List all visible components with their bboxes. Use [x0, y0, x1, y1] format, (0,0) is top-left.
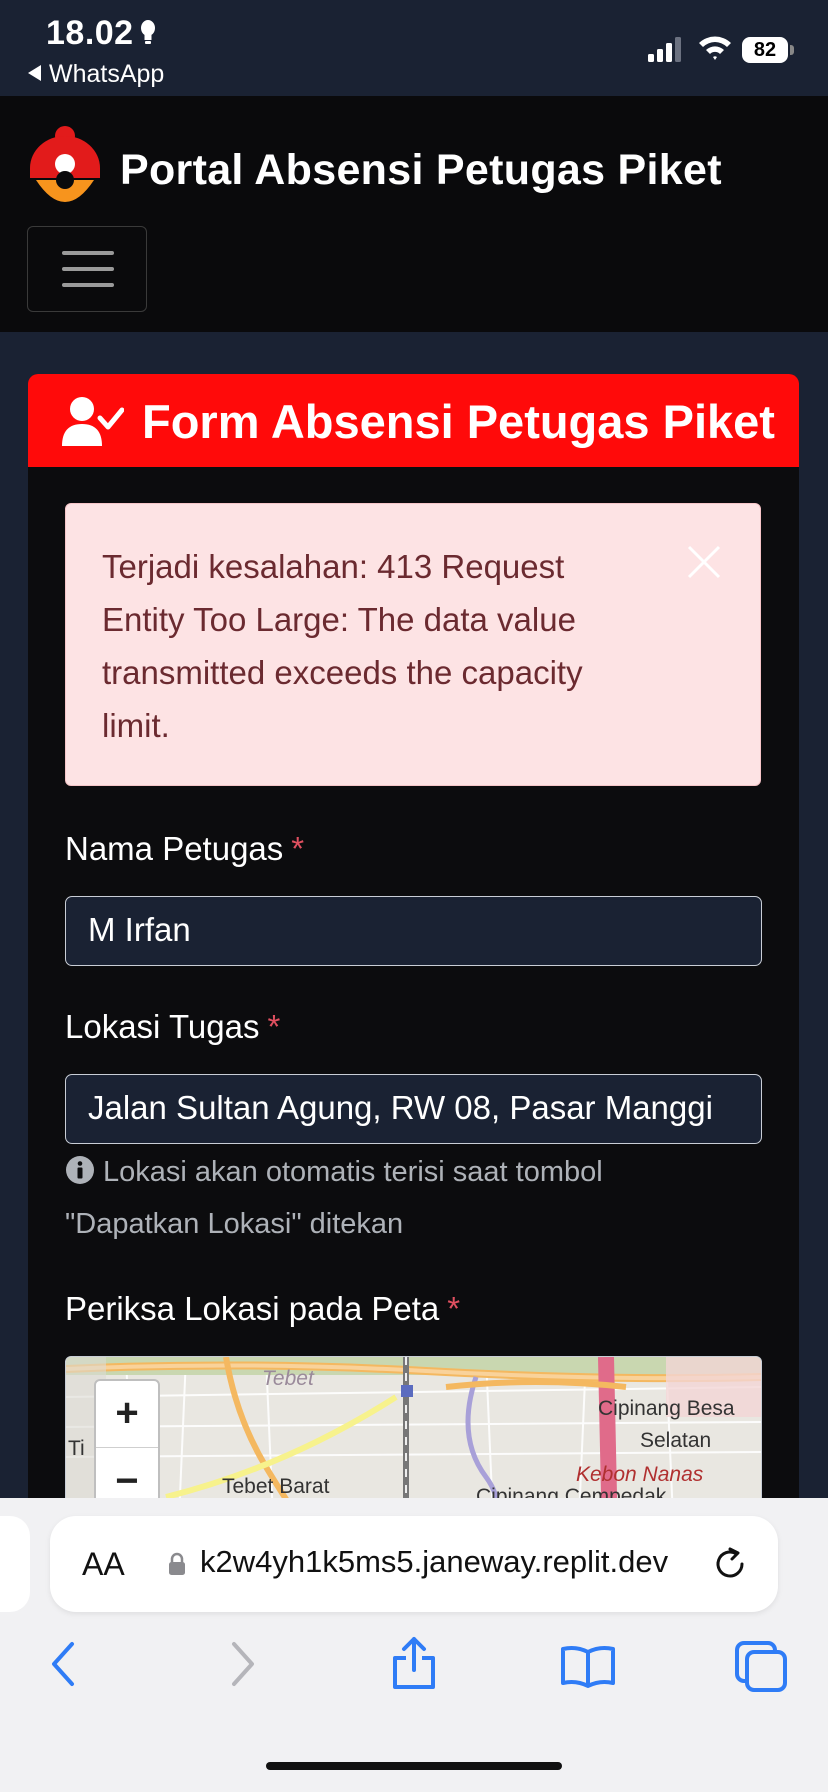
peta-label-text: Periksa Lokasi pada Peta [65, 1290, 440, 1327]
battery-indicator: 82 [742, 37, 788, 63]
absensi-form-card: Form Absensi Petugas Piket Terjadi kesal… [28, 374, 799, 1574]
map-label-left-cut: Ti [68, 1437, 85, 1460]
info-icon [66, 1156, 94, 1184]
map-label-tebet-barat: Tebet Barat [222, 1475, 330, 1498]
map-label-kebon-nanas: Kebon Nanas [576, 1463, 704, 1486]
lokasi-help-text: Lokasi akan otomatis terisi saat tombol … [65, 1146, 705, 1250]
zoom-separator [96, 1447, 158, 1448]
peta-label: Periksa Lokasi pada Peta * [65, 1290, 460, 1328]
back-icon[interactable] [48, 1640, 78, 1688]
lokasi-tugas-input[interactable]: Jalan Sultan Agung, RW 08, Pasar Manggi [65, 1074, 762, 1144]
reload-icon[interactable] [710, 1544, 750, 1584]
share-icon[interactable] [390, 1636, 438, 1690]
cellular-signal-icon [648, 37, 681, 62]
status-bar: 18.02 WhatsApp 82 [0, 0, 828, 96]
map-label-cipinang-besar: Cipinang Besa [598, 1397, 735, 1420]
logo-icon [30, 126, 100, 202]
nama-petugas-label: Nama Petugas * [65, 830, 304, 868]
back-arrow-icon [28, 65, 41, 81]
close-icon[interactable] [686, 544, 722, 580]
lokasi-label-text: Lokasi Tugas [65, 1008, 260, 1045]
map-label-tebet: Tebet [262, 1367, 314, 1390]
alert-message: Terjadi kesalahan: 413 Request Entity To… [102, 548, 583, 744]
forward-icon[interactable] [228, 1640, 258, 1688]
navbar: Portal Absensi Petugas Piket [0, 96, 828, 332]
user-check-icon [62, 397, 124, 446]
previous-tab-edge[interactable] [0, 1516, 30, 1612]
hamburger-line [62, 251, 114, 255]
nama-label-text: Nama Petugas [65, 830, 284, 867]
status-time: 18.02 [46, 14, 134, 52]
hamburger-line [62, 283, 114, 287]
back-to-app-link[interactable]: WhatsApp [28, 60, 164, 89]
required-mark: * [267, 1008, 281, 1045]
required-mark: * [291, 830, 305, 867]
nama-petugas-input[interactable]: M Irfan [65, 896, 762, 966]
lokasi-tugas-label: Lokasi Tugas * [65, 1008, 280, 1046]
error-alert: Terjadi kesalahan: 413 Request Entity To… [65, 503, 761, 786]
home-indicator[interactable] [266, 1762, 562, 1770]
help-text: Lokasi akan otomatis terisi saat tombol … [65, 1156, 603, 1240]
hamburger-line [62, 267, 114, 271]
battery-tip [790, 45, 794, 55]
back-app-label: WhatsApp [49, 60, 165, 88]
brand-title[interactable]: Portal Absensi Petugas Piket [120, 146, 722, 195]
lock-icon [169, 1552, 185, 1575]
navbar-toggle-button[interactable] [27, 226, 147, 312]
tabs-icon[interactable] [734, 1640, 788, 1692]
wifi-icon [699, 36, 731, 60]
lightbulb-icon [141, 20, 155, 44]
url-text[interactable]: k2w4yh1k5ms5.janeway.replit.dev [200, 1544, 720, 1580]
card-header: Form Absensi Petugas Piket [28, 374, 799, 467]
address-bar[interactable]: AA k2w4yh1k5ms5.janeway.replit.dev [50, 1516, 778, 1612]
map-label-selatan: Selatan [640, 1429, 712, 1452]
card-title: Form Absensi Petugas Piket [142, 395, 775, 448]
reader-aa-button[interactable]: AA [82, 1546, 125, 1583]
zoom-in-button[interactable]: + [96, 1381, 158, 1445]
required-mark: * [447, 1290, 461, 1327]
bookmarks-icon[interactable] [560, 1644, 616, 1688]
